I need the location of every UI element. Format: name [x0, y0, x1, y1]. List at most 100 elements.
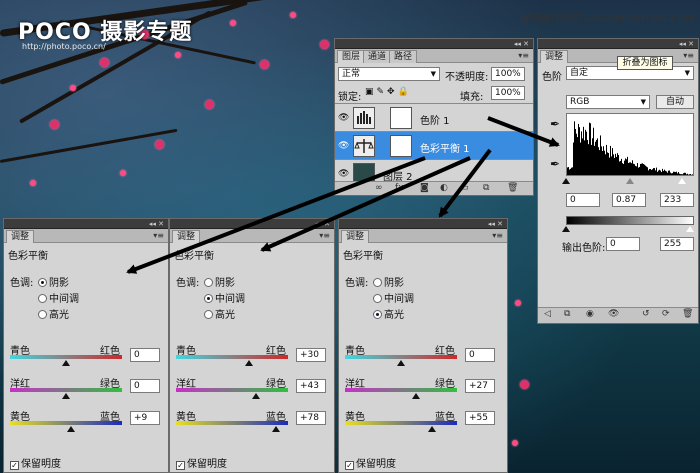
checkbox[interactable]: ✓ — [176, 461, 185, 470]
auto-button[interactable]: 自动 — [656, 95, 694, 109]
tone-option-highlights[interactable]: 高光 — [373, 306, 404, 321]
preserve-luminosity-option[interactable]: ✓ 保留明度 — [10, 455, 61, 470]
panel-menu-icon[interactable]: ▾≡ — [683, 51, 694, 60]
preserve-luminosity-option[interactable]: ✓ 保留明度 — [176, 455, 227, 470]
preserve-luminosity-option[interactable]: ✓ 保留明度 — [345, 455, 396, 470]
radio-button[interactable] — [373, 310, 382, 319]
mask-icon[interactable]: ◙ — [420, 183, 429, 193]
output-white-handle[interactable] — [686, 226, 694, 232]
black-eyedropper-icon[interactable]: ✒ — [550, 117, 560, 131]
blend-mode-select[interactable]: 正常 ▼ — [338, 67, 440, 81]
layer-row[interactable]: 👁 色阶 1 — [335, 104, 533, 132]
radio-button[interactable] — [204, 294, 213, 303]
lock-icons[interactable]: ▣✎✥🔒 — [365, 87, 412, 97]
tab-adjustments[interactable]: 调整 — [6, 230, 35, 243]
panel-titlebar[interactable]: ◂◂ ✕ — [538, 39, 698, 49]
slider-handle[interactable] — [427, 426, 436, 432]
yellow-blue-value[interactable]: +78 — [296, 411, 326, 425]
input-black-handle[interactable] — [562, 178, 570, 184]
radio-button[interactable] — [38, 278, 47, 287]
cyan-red-slider[interactable] — [176, 355, 288, 359]
fx-icon[interactable]: fx — [395, 183, 404, 193]
link-icon[interactable]: ∞ — [375, 183, 383, 193]
magenta-green-slider[interactable] — [176, 388, 288, 392]
panel-titlebar[interactable]: ◂◂ ✕ — [4, 219, 168, 229]
tone-option-shadows[interactable]: 阴影 — [373, 274, 404, 289]
collapse-icon[interactable]: ◂◂ ✕ — [315, 219, 330, 229]
collapse-icon[interactable]: ◂◂ ✕ — [679, 39, 694, 49]
clip-icon[interactable]: ⧉ — [564, 309, 570, 319]
fill-input[interactable]: 100% — [491, 86, 525, 100]
tone-option-midtones[interactable]: 中间调 — [373, 290, 414, 305]
tab-layers[interactable]: 图层 — [337, 50, 366, 63]
yellow-blue-value[interactable]: +55 — [465, 411, 495, 425]
collapse-icon[interactable]: ◂◂ ✕ — [149, 219, 164, 229]
output-white-field[interactable]: 255 — [660, 237, 694, 251]
tab-paths[interactable]: 路径 — [389, 50, 418, 63]
cyan-red-slider[interactable] — [10, 355, 122, 359]
magenta-green-slider[interactable] — [345, 388, 457, 392]
slider-handle[interactable] — [62, 393, 70, 399]
checkbox[interactable]: ✓ — [345, 461, 354, 470]
magenta-green-value[interactable]: 0 — [130, 379, 160, 393]
slider-handle[interactable] — [397, 360, 405, 366]
tab-adjustments[interactable]: 调整 — [172, 230, 201, 243]
tone-option-midtones[interactable]: 中间调 — [38, 290, 79, 305]
tone-option-shadows[interactable]: 阴影 — [38, 274, 69, 289]
tone-option-shadows[interactable]: 阴影 — [204, 274, 235, 289]
panel-titlebar[interactable]: ◂◂ ✕ — [170, 219, 334, 229]
panel-menu-icon[interactable]: ▾≡ — [153, 231, 164, 240]
tone-option-highlights[interactable]: 高光 — [204, 306, 235, 321]
cyan-red-value[interactable]: 0 — [465, 348, 495, 362]
tone-option-highlights[interactable]: 高光 — [38, 306, 69, 321]
slider-handle[interactable] — [67, 426, 76, 432]
back-icon[interactable]: ◁ — [544, 309, 551, 319]
magenta-green-value[interactable]: +27 — [465, 379, 495, 393]
tone-option-midtones[interactable]: 中间调 — [204, 290, 245, 305]
input-white-handle[interactable] — [678, 178, 686, 184]
radio-button[interactable] — [373, 278, 382, 287]
radio-button[interactable] — [373, 294, 382, 303]
panel-menu-icon[interactable]: ▾≡ — [518, 51, 529, 60]
tab-adjustments[interactable]: 调整 — [341, 230, 370, 243]
new-layer-icon[interactable]: ⧉ — [483, 183, 489, 193]
radio-button[interactable] — [38, 310, 47, 319]
visibility-eye-icon[interactable]: 👁 — [338, 141, 349, 151]
refresh-icon[interactable]: ⟳ — [662, 309, 670, 319]
yellow-blue-value[interactable]: +9 — [130, 411, 160, 425]
input-mid-field[interactable]: 0.87 — [612, 193, 646, 207]
slider-handle[interactable] — [252, 393, 261, 399]
slider-handle[interactable] — [412, 393, 421, 399]
input-mid-handle[interactable] — [626, 178, 634, 184]
folder-icon[interactable]: ▭ — [460, 183, 469, 193]
slider-handle[interactable] — [244, 360, 253, 366]
trash-icon[interactable]: 🗑 — [682, 309, 693, 319]
yellow-blue-slider[interactable] — [10, 421, 122, 425]
collapse-icon[interactable]: ◂◂ ✕ — [488, 219, 503, 229]
visibility-eye-icon[interactable]: 👁 — [338, 169, 349, 179]
collapse-icon[interactable]: ◂◂ ✕ — [514, 39, 529, 49]
panel-menu-icon[interactable]: ▾≡ — [492, 231, 503, 240]
input-black-field[interactable]: 0 — [566, 193, 600, 207]
checkbox[interactable]: ✓ — [10, 461, 19, 470]
radio-button[interactable] — [204, 278, 213, 287]
yellow-blue-slider[interactable] — [176, 421, 288, 425]
cyan-red-value[interactable]: 0 — [130, 348, 160, 362]
trash-icon[interactable]: 🗑 — [507, 183, 518, 193]
panel-titlebar[interactable]: ◂◂ ✕ — [335, 39, 533, 49]
reset-icon[interactable]: ↺ — [642, 309, 650, 319]
yellow-blue-slider[interactable] — [345, 421, 457, 425]
layer-row[interactable]: 👁 色彩平衡 1 — [335, 132, 533, 160]
channel-select[interactable]: RGB ▼ — [566, 95, 650, 109]
white-eyedropper-icon[interactable]: ✒ — [550, 157, 560, 171]
tab-channels[interactable]: 通道 — [363, 50, 392, 63]
visibility-eye-icon[interactable]: 👁 — [338, 113, 349, 123]
output-black-field[interactable]: 0 — [606, 237, 640, 251]
output-black-handle[interactable] — [562, 226, 570, 232]
magenta-green-value[interactable]: +43 — [296, 379, 326, 393]
input-white-field[interactable]: 233 — [660, 193, 694, 207]
magenta-green-slider[interactable] — [10, 388, 122, 392]
view-previous-icon[interactable]: 👁 — [608, 309, 619, 319]
tab-adjustments[interactable]: 调整 — [540, 50, 569, 63]
panel-menu-icon[interactable]: ▾≡ — [319, 231, 330, 240]
